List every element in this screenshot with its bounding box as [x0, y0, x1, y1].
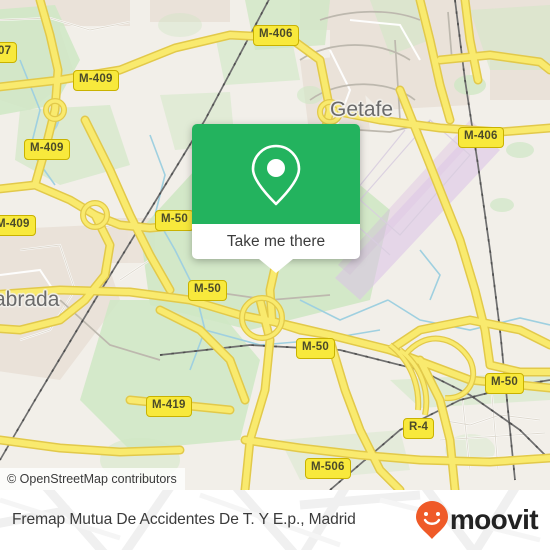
map-canvas[interactable]: Getafe abrada M-406 07 M-409 M-409 M-406…: [0, 0, 550, 490]
moovit-pin-smiley-icon: [415, 501, 448, 539]
take-me-there-button[interactable]: Take me there: [227, 233, 325, 251]
page-title: Fremap Mutua De Accidentes De T. Y E.p.,…: [12, 511, 356, 528]
popup-pointer-tail: [259, 259, 293, 273]
location-popup-card[interactable]: Take me there: [192, 124, 360, 259]
popup-header: [192, 124, 360, 224]
map-pin-icon: [251, 144, 301, 206]
moovit-map-screenshot: Getafe abrada M-406 07 M-409 M-409 M-406…: [0, 0, 550, 550]
footer-bar: Fremap Mutua De Accidentes De T. Y E.p.,…: [0, 490, 550, 550]
popup-footer[interactable]: Take me there: [192, 224, 360, 259]
moovit-logo[interactable]: moovit: [415, 500, 539, 540]
moovit-wordmark: moovit: [449, 504, 539, 535]
popup-layer: Take me there: [0, 0, 550, 490]
